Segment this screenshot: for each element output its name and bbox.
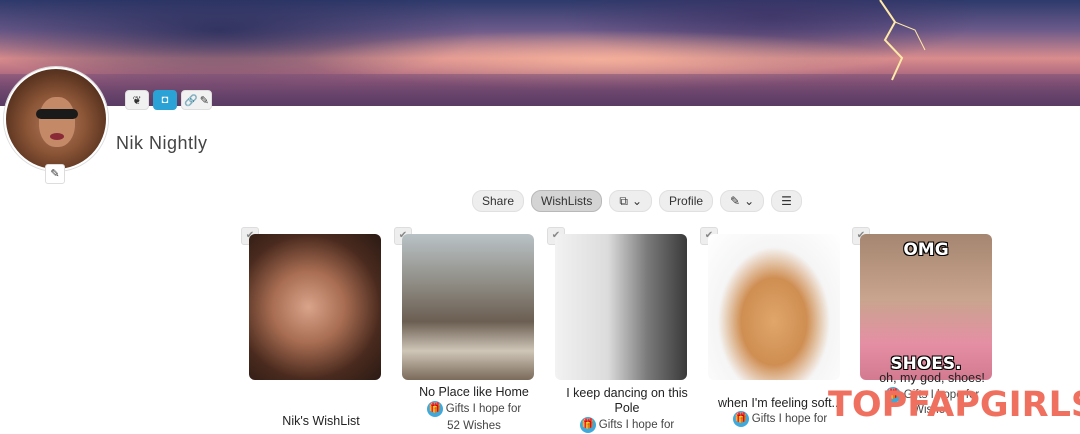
list-view-button[interactable]: ☰ <box>771 190 802 212</box>
wishlist-image[interactable]: OMG SHOES. <box>860 234 992 380</box>
profile-label: Profile <box>669 194 704 208</box>
wishlist-title[interactable]: Nik's WishList <box>248 414 394 429</box>
wishlist-title[interactable]: I keep dancing on this Pole <box>554 386 700 416</box>
action-bar: Share WishLists ⧉ ⌄ Profile ✎ ⌄ ☰ <box>472 190 802 212</box>
wishlist-subtitle: 🎁 Gifts I hope for <box>401 401 547 417</box>
edit-avatar-button[interactable]: ✎ <box>45 164 65 184</box>
copy-icon: ⧉ <box>619 194 628 208</box>
square-badge-icon[interactable]: ◘ <box>153 90 177 110</box>
avatar-lips <box>50 133 64 140</box>
list-icon: ☰ <box>781 194 792 208</box>
gift-icon: 🎁 <box>426 401 443 417</box>
wishlist-image[interactable] <box>708 234 840 380</box>
pencil-icon: ✎ <box>199 94 209 107</box>
chevron-down-icon: ⌄ <box>744 194 755 208</box>
link-icon: 🔗 <box>184 94 198 107</box>
wishlists-tab[interactable]: WishLists <box>531 190 603 212</box>
chevron-down-icon: ⌄ <box>631 194 643 208</box>
profile-name: Nik Nightly <box>116 133 208 153</box>
avatar[interactable] <box>4 67 108 171</box>
wishlist-desc: Gifts I hope for <box>445 403 522 416</box>
wishlists-label: WishLists <box>541 194 593 208</box>
meme-top-text: OMG <box>903 240 949 260</box>
gift-icon: 🎁 <box>579 417 596 433</box>
celtic-knot-icon[interactable]: ❦ <box>125 90 149 110</box>
profile-button[interactable]: Profile <box>659 190 714 212</box>
pencil-icon: ✎ <box>730 194 741 208</box>
wishlist-image[interactable] <box>555 234 687 380</box>
wishlist-image[interactable] <box>402 234 534 380</box>
watermark: TOPFAPGIRLS <box>828 385 1080 425</box>
share-label: Share <box>482 194 515 208</box>
wish-count: 52 Wishes <box>447 420 501 432</box>
badge-row: ❦ ◘ 🔗 ✎ <box>125 90 212 110</box>
wishlist-title[interactable]: oh, my god, shoes! <box>859 371 1005 386</box>
wishlist-desc: Gifts I hope for <box>751 413 828 426</box>
copy-dropdown-button[interactable]: ⧉ ⌄ <box>609 190 653 212</box>
wishlist-image[interactable] <box>249 234 381 380</box>
wishlist-subtitle: 🎁 Gifts I hope for <box>554 417 700 433</box>
edit-dropdown-button[interactable]: ✎ ⌄ <box>720 190 765 212</box>
gift-icon: 🎁 <box>732 411 749 427</box>
wishlist-desc: Gifts I hope for <box>598 419 675 432</box>
pencil-icon: ✎ <box>50 168 60 180</box>
wishlist-title[interactable]: No Place like Home <box>401 385 547 400</box>
avatar-glasses <box>36 109 78 119</box>
share-button[interactable]: Share <box>472 190 525 212</box>
link-edit-button[interactable]: 🔗 ✎ <box>181 90 212 110</box>
